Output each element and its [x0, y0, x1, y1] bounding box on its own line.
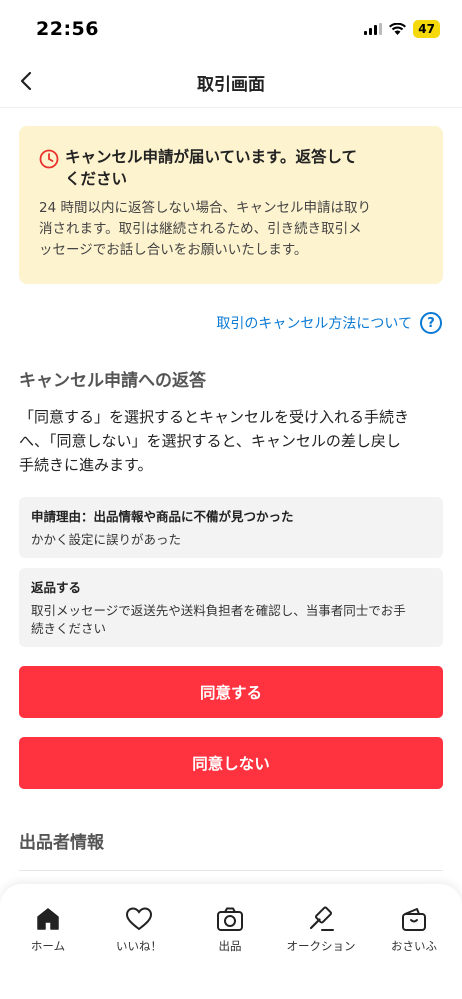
return-value-line: 続きください	[31, 621, 107, 636]
tab-label: 出品	[218, 939, 242, 953]
cancel-help-link-label: 取引のキャンセル方法について	[216, 316, 412, 332]
tab-home[interactable]: ホーム	[3, 906, 93, 954]
battery-indicator: 47	[413, 20, 440, 38]
bottom-tab-bar: ホーム いいね！ 出品 オークション おさいふ	[0, 884, 462, 999]
return-value-line: 取引メッセージで返送先や送料負担者を確認し、当事者同士でお手	[31, 603, 406, 618]
alert-body-line: 24 時間以内に返答しない場合、キャンセル申請は取り	[39, 200, 371, 216]
tab-sell[interactable]: 出品	[185, 906, 275, 954]
return-box: 返品する 取引メッセージで返送先や送料負担者を確認し、当事者同士でお手 続きくだ…	[19, 568, 443, 647]
alert-header: キャンセル申請が届いています。返答して ください	[39, 146, 421, 190]
clock-icon	[39, 149, 59, 169]
tab-auction[interactable]: オークション	[276, 906, 366, 954]
wallet-icon	[402, 908, 426, 931]
seller-info-title: 出品者情報	[19, 833, 104, 853]
cancel-help-link[interactable]: 取引のキャンセル方法について ?	[216, 312, 442, 334]
section-desc-line: 「同意する」を選択するとキャンセルを受け入れる手続き	[19, 408, 410, 426]
alert-body-line: 消されます。取引は継続されるため、引き続き取引メ	[39, 221, 362, 237]
divider	[19, 870, 443, 871]
alert-title: キャンセル申請が届いています。返答して ください	[65, 146, 357, 190]
signal-icon	[364, 23, 383, 35]
section-title: キャンセル申請への返答	[19, 371, 206, 391]
agree-button[interactable]: 同意する	[19, 666, 443, 718]
return-value: 取引メッセージで返送先や送料負担者を確認し、当事者同士でお手 続きください	[31, 602, 431, 638]
alert-title-line: ください	[65, 170, 128, 188]
tab-label: おさいふ	[391, 939, 437, 953]
status-bar: 22:56 47	[0, 0, 462, 56]
section-desc-line: へ、「同意しない」を選択すると、キャンセルの差し戻し	[19, 432, 401, 450]
heart-icon	[125, 907, 153, 931]
status-time: 22:56	[36, 18, 99, 40]
tab-wallet[interactable]: おさいふ	[369, 906, 459, 954]
page-title: 取引画面	[197, 75, 265, 95]
disagree-button[interactable]: 同意しない	[19, 737, 443, 789]
home-icon	[37, 908, 59, 930]
reason-value: かかく設定に誤りがあった	[31, 532, 182, 547]
alert-body-line: ッセージでお話し合いをお願いいたします。	[39, 242, 308, 258]
status-icons: 47	[364, 20, 440, 38]
tab-label: オークション	[286, 939, 356, 953]
reason-label: 申請理由：出品情報や商品に不備が見つかった	[31, 509, 294, 524]
tab-label: ホーム	[30, 939, 66, 953]
section-description: 「同意する」を選択するとキャンセルを受け入れる手続き へ、「同意しない」を選択す…	[19, 405, 445, 477]
tab-likes[interactable]: いいね！	[94, 906, 184, 954]
cancel-request-alert: キャンセル申請が届いています。返答して ください 24 時間以内に返答しない場合…	[19, 126, 443, 284]
nav-bar: 取引画面	[0, 56, 462, 108]
return-label: 返品する	[31, 580, 82, 595]
tab-label: いいね！	[116, 939, 162, 953]
alert-body: 24 時間以内に返答しない場合、キャンセル申請は取り 消されます。取引は継続され…	[39, 198, 421, 261]
question-icon: ?	[420, 312, 442, 334]
camera-icon	[217, 907, 243, 931]
reason-box: 申請理由：出品情報や商品に不備が見つかった かかく設定に誤りがあった	[19, 497, 443, 558]
alert-title-line: キャンセル申請が届いています。返答して	[65, 148, 358, 166]
section-desc-line: 手続きに進みます。	[19, 456, 153, 474]
gavel-icon	[309, 906, 334, 931]
wifi-icon	[389, 23, 407, 35]
